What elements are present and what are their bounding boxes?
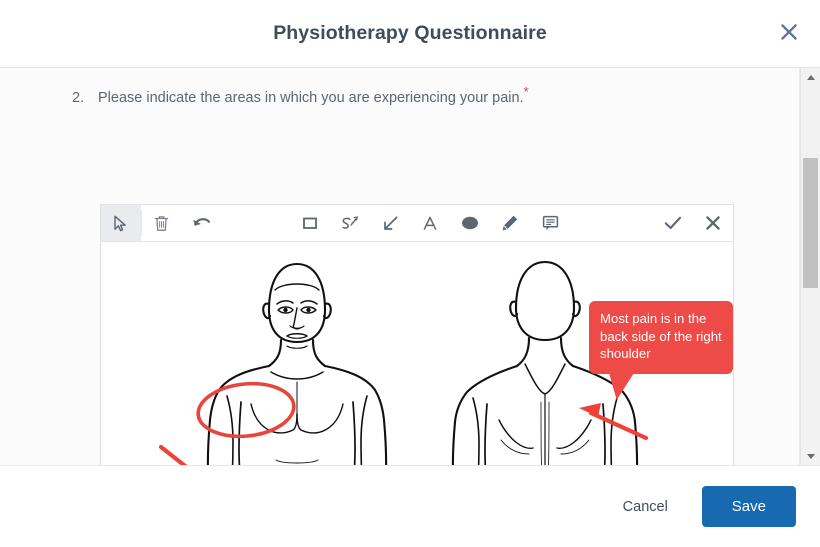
scroll-up-arrow-icon [806, 74, 815, 80]
cursor-select-icon [113, 215, 128, 232]
save-button[interactable]: Save [701, 486, 796, 527]
form-content: 2. Please indicate the areas in which yo… [0, 68, 800, 465]
tool-arrow[interactable] [370, 205, 410, 241]
tool-undo[interactable] [182, 205, 222, 241]
tool-ellipse[interactable] [450, 205, 490, 241]
tool-delete[interactable] [142, 205, 182, 241]
scroll-down-arrow-icon [806, 453, 815, 459]
toolbar-spacer-right [570, 205, 653, 241]
pen-icon [501, 214, 519, 232]
trash-icon [154, 215, 169, 232]
close-x-icon [780, 23, 798, 44]
tool-rectangle[interactable] [290, 205, 330, 241]
modal-header: Physiotherapy Questionnaire [0, 0, 820, 68]
modal-footer: Cancel Save [0, 465, 820, 547]
modal-body: 2. Please indicate the areas in which yo… [0, 68, 820, 465]
front-left-arm-arrow [158, 444, 188, 465]
comment-bubble-icon [542, 215, 559, 231]
ellipse-filled-icon [460, 215, 480, 231]
annotation-canvas[interactable]: Most pain is in the back side of the rig… [101, 242, 733, 465]
annotation-callout[interactable]: Most pain is in the back side of the rig… [589, 301, 733, 400]
annotation-toolbar [101, 205, 733, 242]
callout-tail [604, 373, 634, 400]
tool-cancel[interactable] [693, 205, 733, 241]
question-text: Please indicate the areas in which you a… [98, 85, 529, 106]
undo-arrow-icon [192, 215, 211, 231]
tool-select[interactable] [101, 205, 141, 241]
question-label: Please indicate the areas in which you a… [98, 90, 524, 106]
tool-text[interactable] [410, 205, 450, 241]
tool-confirm[interactable] [653, 205, 693, 241]
tool-pen[interactable] [490, 205, 530, 241]
back-right-shoulder-arrow [579, 403, 649, 441]
rectangle-icon [302, 215, 318, 231]
required-asterisk: * [523, 84, 529, 100]
body-scrollbar[interactable] [800, 68, 820, 465]
scroll-up-button[interactable] [801, 68, 820, 86]
scrollbar-track[interactable] [801, 86, 820, 447]
tool-freehand[interactable] [330, 205, 370, 241]
callout-text: Most pain is in the back side of the rig… [600, 311, 722, 362]
scribble-icon [341, 215, 359, 232]
close-button[interactable] [772, 17, 806, 51]
arrow-icon [382, 215, 399, 232]
scrollbar-thumb[interactable] [802, 158, 818, 288]
page-title: Physiotherapy Questionnaire [273, 22, 547, 44]
question-number: 2. [72, 90, 85, 106]
question-row: 2. Please indicate the areas in which yo… [0, 68, 799, 106]
tool-comment[interactable] [530, 205, 570, 241]
x-icon [705, 215, 721, 231]
check-icon [664, 215, 682, 231]
cancel-button[interactable]: Cancel [607, 489, 684, 525]
scroll-down-button[interactable] [801, 447, 820, 465]
physiotherapy-questionnaire-modal: Physiotherapy Questionnaire 2. Please in… [0, 0, 820, 547]
image-annotation-editor: Most pain is in the back side of the rig… [100, 204, 734, 465]
text-a-icon [422, 215, 438, 232]
